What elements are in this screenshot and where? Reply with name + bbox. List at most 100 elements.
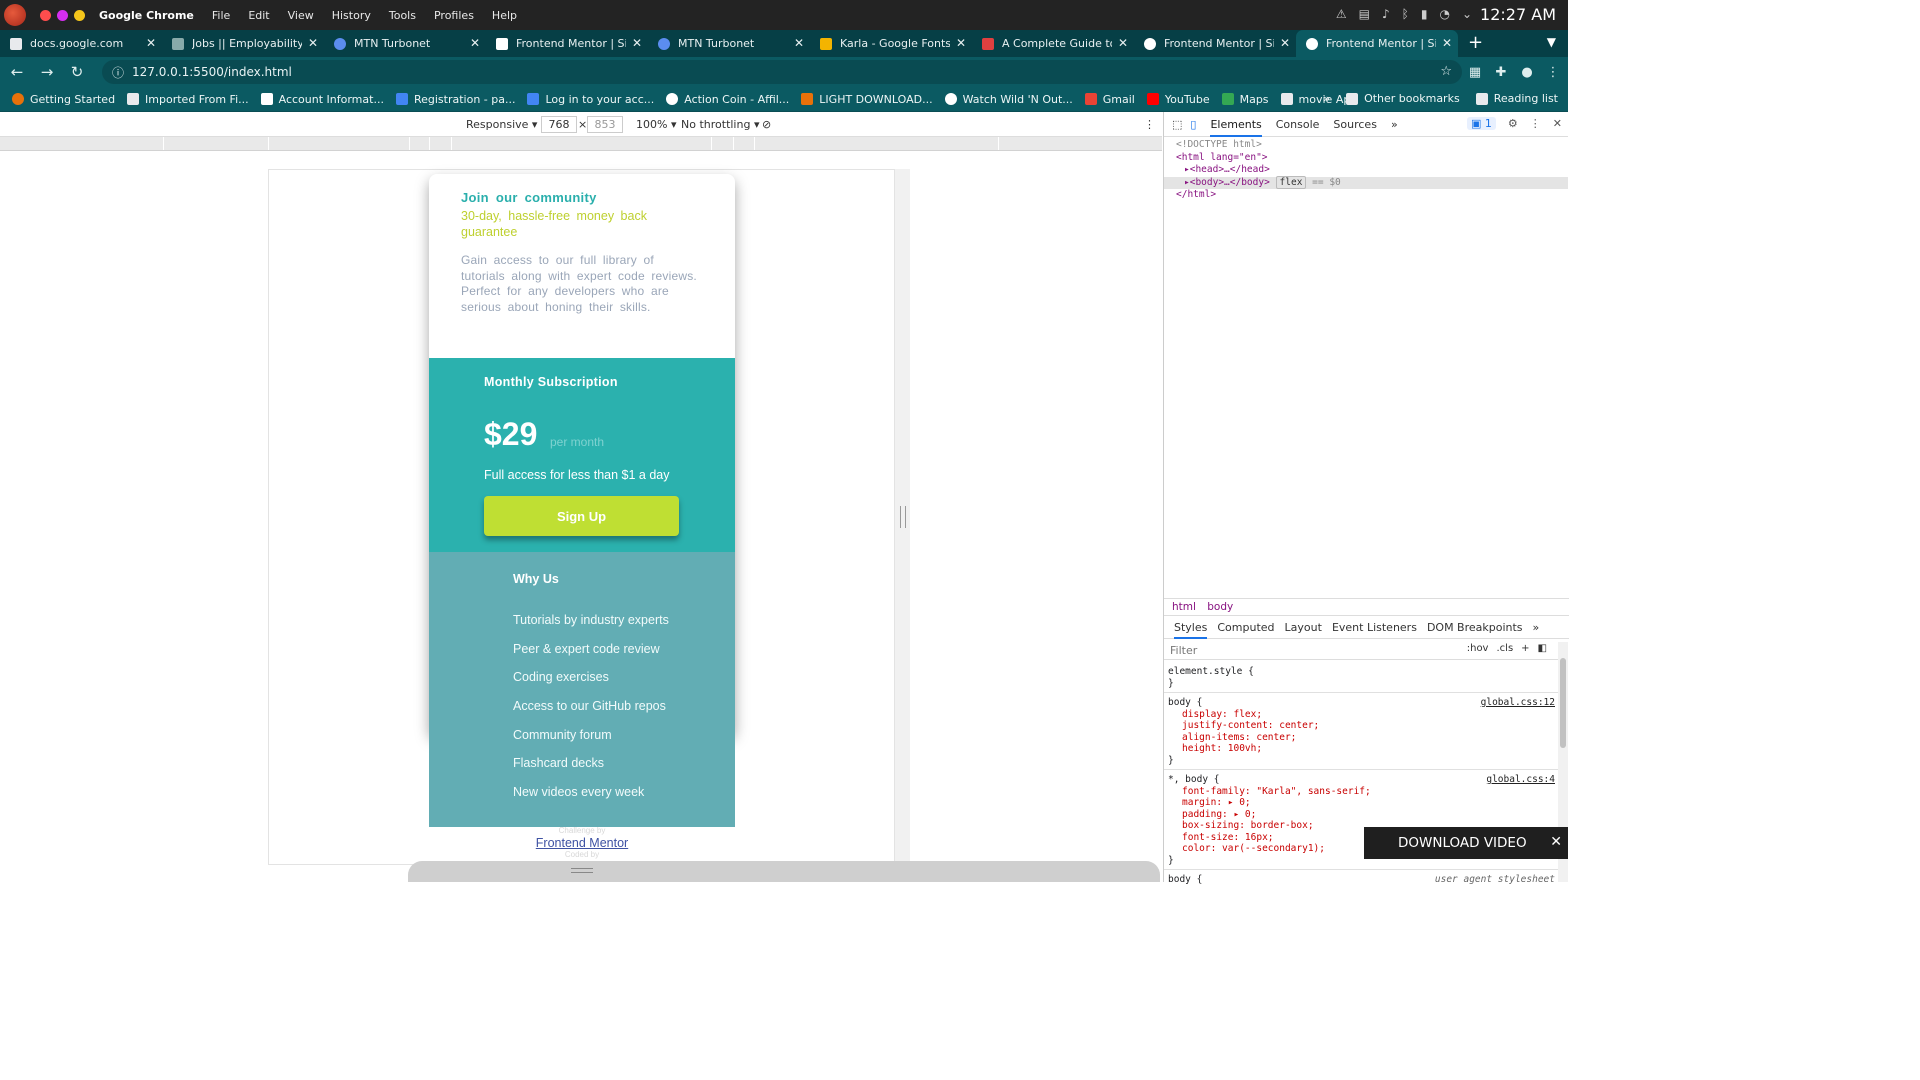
close-icon[interactable]: ✕	[632, 36, 642, 50]
devtools-menu-icon[interactable]: ⋮	[1530, 117, 1541, 130]
tab-console[interactable]: Console	[1276, 118, 1320, 131]
hov-toggle[interactable]: :hov	[1467, 643, 1489, 654]
dom-head[interactable]: ▸<head>…</head>	[1176, 164, 1568, 177]
close-icon[interactable]: ✕	[1118, 36, 1128, 50]
tab-flexbox-guide[interactable]: A Complete Guide to Fl ✕	[972, 30, 1134, 57]
tab-search-icon[interactable]: ▼	[1547, 35, 1556, 49]
tab-elements[interactable]: Elements	[1210, 118, 1262, 137]
crumb-body[interactable]: body	[1207, 601, 1233, 613]
rule-property[interactable]: height: 100vh;	[1168, 743, 1555, 755]
dom-doctype[interactable]: <!DOCTYPE html>	[1176, 139, 1568, 152]
close-icon[interactable]: ✕	[146, 36, 156, 50]
menu-view[interactable]: View	[288, 9, 314, 22]
new-tab-icon[interactable]: +	[1468, 30, 1483, 57]
close-icon[interactable]: ✕	[956, 36, 966, 50]
bookmark-item[interactable]: YouTube	[1146, 93, 1210, 106]
bookmark-item[interactable]: Registration - pa...	[395, 93, 515, 106]
tab-docs[interactable]: docs.google.com ✕	[0, 30, 162, 57]
bookmark-item[interactable]: Account Informat...	[260, 93, 384, 106]
window-close-icon[interactable]	[40, 9, 51, 21]
window-minimize-icon[interactable]	[57, 9, 68, 21]
bookmark-item[interactable]: LIGHT DOWNLOAD...	[801, 93, 933, 106]
tab-sources[interactable]: Sources	[1333, 118, 1377, 131]
dom-html[interactable]: <html lang="en">	[1176, 152, 1568, 165]
menu-profiles[interactable]: Profiles	[434, 9, 474, 22]
reading-list[interactable]: Reading list	[1475, 92, 1558, 105]
close-icon[interactable]: ✕	[1280, 36, 1290, 50]
dom-html-close[interactable]: </html>	[1176, 189, 1568, 202]
device-mode-select[interactable]: Responsive ▾	[466, 118, 537, 131]
bookmark-item[interactable]: Maps	[1221, 93, 1269, 106]
frontend-mentor-link[interactable]: Frontend Mentor	[429, 836, 735, 850]
rule-property[interactable]: display: flex;	[1168, 709, 1555, 721]
close-icon[interactable]: ✕	[794, 36, 804, 50]
resize-grip-icon[interactable]	[571, 868, 593, 873]
notification-icon[interactable]: ⚠	[1336, 7, 1347, 21]
styles-filter[interactable]: Filter :hov .cls + ◧	[1164, 640, 1559, 660]
bookmark-star-icon[interactable]: ☆	[1440, 64, 1452, 79]
rule-property[interactable]: margin: ▸ 0;	[1168, 797, 1555, 809]
settings-gear-icon[interactable]: ⚙	[1508, 117, 1518, 130]
viewport-width-input[interactable]: 768	[541, 116, 577, 133]
tab-frontend-mentor-1[interactable]: Frontend Mentor | Sing ✕	[486, 30, 648, 57]
new-rule-icon[interactable]: +	[1521, 643, 1529, 654]
tab-styles[interactable]: Styles	[1174, 621, 1208, 639]
clipboard-icon[interactable]: ▤	[1359, 7, 1370, 21]
flex-badge[interactable]: flex	[1275, 175, 1307, 189]
rotate-icon[interactable]: ⊘	[762, 118, 771, 131]
close-devtools-icon[interactable]: ✕	[1553, 117, 1562, 130]
sidebar-toggle-icon[interactable]: ◧	[1538, 643, 1547, 654]
bluetooth-icon[interactable]: ᛒ	[1402, 7, 1409, 21]
rule-source-link[interactable]: global.css:4	[1486, 774, 1555, 786]
device-toggle-icon[interactable]: ▯	[1190, 118, 1196, 131]
menu-history[interactable]: History	[332, 9, 371, 22]
issues-badge[interactable]: ▣ 1	[1467, 117, 1496, 130]
close-icon[interactable]: ✕	[308, 36, 318, 50]
os-logo-icon[interactable]	[4, 4, 26, 26]
tab-frontend-mentor-2[interactable]: Frontend Mentor | Sing ✕	[1134, 30, 1296, 57]
battery-icon[interactable]: ▮	[1421, 7, 1428, 21]
close-icon[interactable]: ✕	[1550, 834, 1562, 850]
rule-selector[interactable]: element.style {	[1168, 666, 1555, 678]
bookmark-folder[interactable]: Imported From Fi...	[127, 93, 249, 106]
zoom-select[interactable]: 100% ▾	[636, 118, 676, 131]
window-maximize-icon[interactable]	[74, 9, 85, 21]
bookmarks-overflow-icon[interactable]: »	[1323, 92, 1330, 105]
menu-file[interactable]: File	[212, 9, 230, 22]
inspect-icon[interactable]: ⬚	[1172, 118, 1182, 131]
viewport-resize-handle[interactable]	[900, 506, 906, 528]
bookmark-item[interactable]: Watch Wild 'N Out...	[944, 93, 1073, 106]
rule-property[interactable]: align-items: center;	[1168, 732, 1555, 744]
extensions-puzzle-icon[interactable]: ✚	[1488, 65, 1514, 80]
download-video-button[interactable]: DOWNLOAD VIDEO ✕	[1364, 827, 1568, 859]
menu-edit[interactable]: Edit	[248, 9, 269, 22]
viewport-height-input[interactable]: 853	[587, 116, 623, 133]
tab-layout[interactable]: Layout	[1285, 621, 1322, 634]
other-bookmarks[interactable]: Other bookmarks	[1346, 92, 1460, 105]
bookmark-item[interactable]: Getting Started	[12, 93, 115, 106]
tab-event-listeners[interactable]: Event Listeners	[1332, 621, 1417, 634]
tab-mtn-1[interactable]: MTN Turbonet ✕	[324, 30, 486, 57]
menu-help[interactable]: Help	[492, 9, 517, 22]
back-icon[interactable]: ←	[4, 63, 30, 81]
qr-extension-icon[interactable]: ▦	[1462, 65, 1488, 80]
device-more-icon[interactable]: ⋮	[1144, 118, 1155, 131]
sign-up-button[interactable]: Sign Up	[484, 496, 679, 536]
rule-source-link[interactable]: global.css:12	[1481, 697, 1555, 709]
wifi-icon[interactable]: ◔	[1439, 7, 1449, 21]
volume-icon[interactable]: ♪	[1382, 7, 1390, 21]
more-subtabs-icon[interactable]: »	[1533, 621, 1540, 634]
media-query-ruler[interactable]	[0, 137, 1162, 151]
dom-body-selected[interactable]: ▸<body>…</body> flex == $0	[1164, 175, 1568, 189]
crumb-html[interactable]: html	[1172, 601, 1196, 613]
throttling-select[interactable]: No throttling ▾	[681, 118, 759, 131]
forward-icon[interactable]: →	[34, 63, 60, 81]
info-icon[interactable]: ⓘ	[112, 64, 124, 81]
filter-input[interactable]: Filter	[1170, 644, 1197, 657]
close-icon[interactable]: ✕	[1442, 36, 1452, 50]
rule-property[interactable]: justify-content: center;	[1168, 720, 1555, 732]
tab-karla-fonts[interactable]: Karla - Google Fonts ✕	[810, 30, 972, 57]
more-tabs-icon[interactable]: »	[1391, 118, 1398, 131]
tray-chevron-icon[interactable]: ⌄	[1462, 7, 1472, 21]
tab-mtn-2[interactable]: MTN Turbonet ✕	[648, 30, 810, 57]
